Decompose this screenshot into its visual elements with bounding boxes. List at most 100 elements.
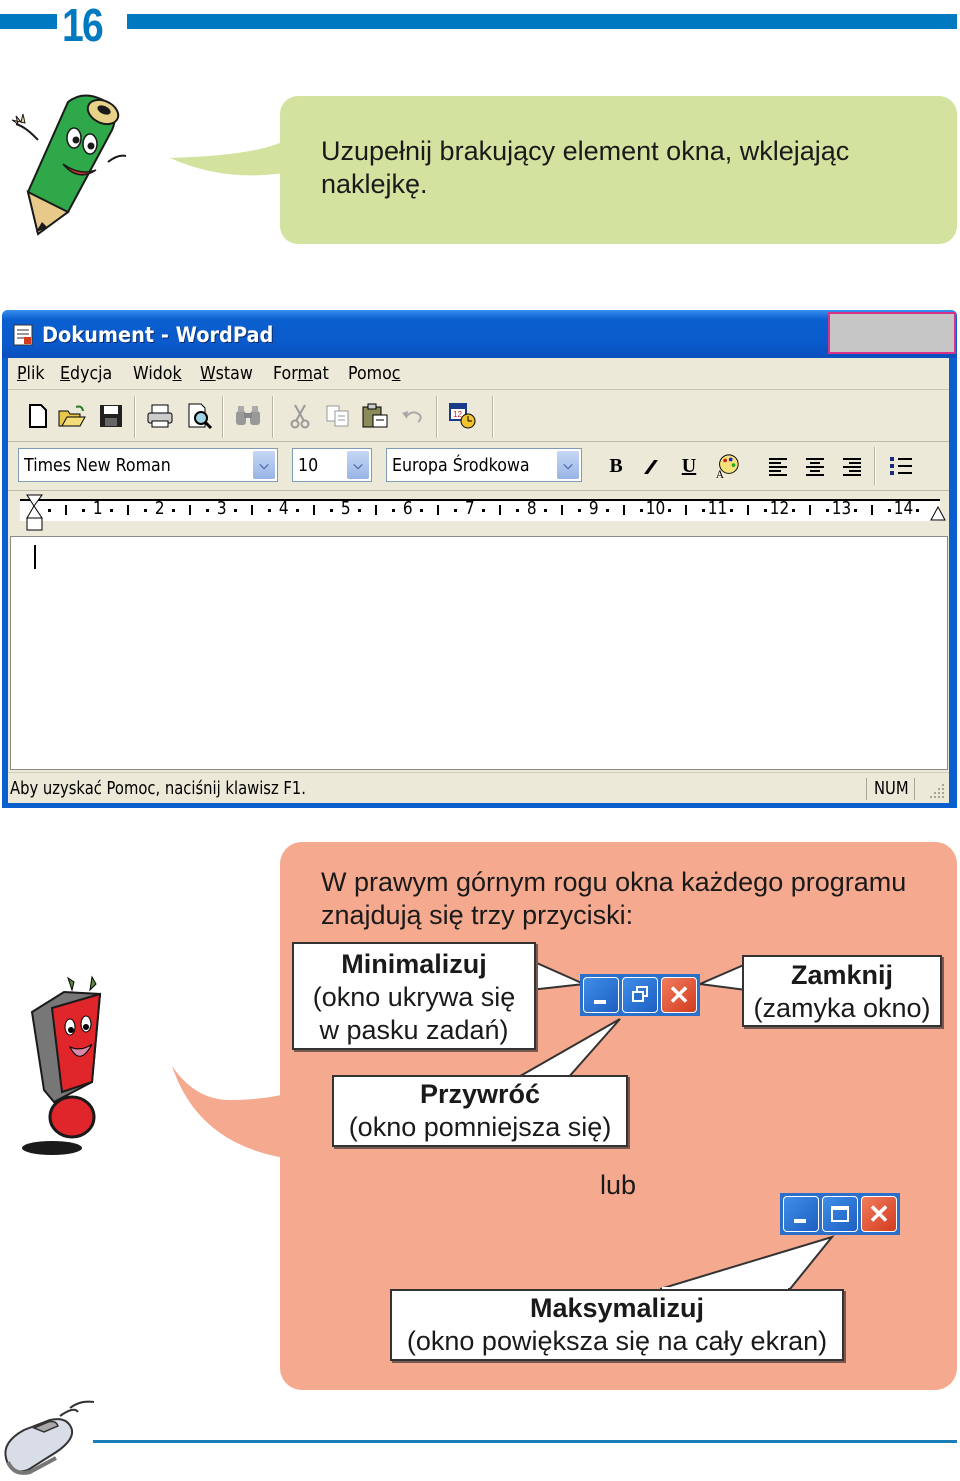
info-text: W prawym górnym rogu okna każdego progra… bbox=[321, 867, 907, 930]
print-icon[interactable] bbox=[146, 402, 174, 430]
close-desc: (zamyka okno) bbox=[753, 993, 931, 1023]
menu-pomoc[interactable]: Pomoc bbox=[348, 363, 401, 384]
find-icon[interactable] bbox=[234, 402, 262, 430]
ruler-dot bbox=[206, 509, 209, 512]
ruler-number: 3 bbox=[216, 498, 227, 519]
menu-accel: k bbox=[172, 363, 182, 384]
menu-plik[interactable]: Plik bbox=[17, 363, 45, 384]
print-preview-icon[interactable] bbox=[186, 402, 214, 430]
underline-button[interactable]: U bbox=[676, 452, 702, 480]
computer-mouse-icon bbox=[4, 1400, 95, 1475]
chevron-down-icon[interactable]: ⌵ bbox=[557, 451, 579, 479]
ruler-number: 1 bbox=[92, 498, 103, 519]
open-icon[interactable] bbox=[58, 402, 86, 430]
maximize-callout: Maksymalizuj (okno powiększa się na cały… bbox=[390, 1289, 844, 1361]
menu-accel: m bbox=[297, 363, 313, 384]
paste-icon[interactable] bbox=[361, 402, 389, 430]
indent-marker-icon[interactable] bbox=[26, 494, 44, 534]
font-size-value: 10 bbox=[298, 455, 319, 476]
menu-edycja[interactable]: Edycja bbox=[60, 363, 112, 384]
date-time-icon[interactable]: 12 bbox=[449, 402, 477, 430]
new-icon[interactable] bbox=[24, 402, 52, 430]
right-indent-marker-icon[interactable] bbox=[930, 506, 946, 522]
maximize-title: Maksymalizuj bbox=[529, 1293, 705, 1323]
ruler-tick bbox=[65, 505, 67, 515]
document-text-area[interactable] bbox=[10, 536, 948, 770]
minimize-desc-2: w pasku zadań) bbox=[319, 1015, 509, 1045]
ruler-tick bbox=[437, 505, 439, 515]
menu-format[interactable]: Format bbox=[273, 363, 329, 384]
undo-icon[interactable] bbox=[398, 402, 426, 430]
ruler-dot bbox=[330, 509, 333, 512]
minimize-button[interactable] bbox=[583, 977, 619, 1013]
ruler-dot bbox=[82, 509, 85, 512]
chevron-down-icon[interactable]: ⌵ bbox=[253, 451, 275, 479]
close-title: Zamknij bbox=[790, 960, 894, 990]
ruler-number: 13 bbox=[831, 498, 852, 519]
menu-accel: W bbox=[200, 363, 216, 384]
ruler-dot bbox=[296, 509, 299, 512]
page-number: 16 bbox=[62, 0, 104, 51]
wordpad-app-icon bbox=[13, 324, 33, 346]
restore-title: Przywróć bbox=[419, 1079, 541, 1109]
ruler-number: 6 bbox=[402, 498, 413, 519]
ruler-number: 10 bbox=[645, 498, 666, 519]
restore-button[interactable] bbox=[622, 977, 658, 1013]
restore-icon bbox=[632, 986, 648, 1002]
resize-grip-icon[interactable] bbox=[928, 782, 946, 800]
close-icon: ✕ bbox=[868, 1199, 890, 1229]
bullets-button[interactable] bbox=[888, 452, 914, 480]
menu-widok[interactable]: Widok bbox=[133, 363, 182, 384]
italic-button[interactable] bbox=[638, 452, 664, 480]
window-title: Dokument - WordPad bbox=[42, 323, 274, 347]
ruler-dot bbox=[826, 509, 829, 512]
ruler-dot bbox=[888, 509, 891, 512]
color-palette-icon[interactable]: A bbox=[714, 452, 740, 480]
menu-accel: c bbox=[391, 363, 401, 384]
menu-wstaw[interactable]: Wstaw bbox=[200, 363, 253, 384]
chevron-down-icon[interactable]: ⌵ bbox=[347, 451, 369, 479]
callout-pointer bbox=[700, 962, 748, 992]
ruler-number: 12 bbox=[769, 498, 790, 519]
restore-desc: (okno pomniejsza się) bbox=[348, 1112, 612, 1142]
close-callout: Zamknij (zamyka okno) bbox=[742, 955, 942, 1027]
menu-rest: dycja bbox=[70, 363, 113, 384]
toolbar-separator bbox=[436, 396, 438, 438]
ruler-number: 2 bbox=[154, 498, 165, 519]
menu-rest: staw bbox=[215, 363, 253, 384]
align-center-button[interactable] bbox=[802, 452, 828, 480]
ruler-dot bbox=[854, 509, 857, 512]
toolbar-separator bbox=[222, 396, 224, 438]
minimize-icon bbox=[794, 1219, 806, 1223]
minimize-button[interactable] bbox=[783, 1196, 819, 1232]
ruler-number: 5 bbox=[340, 498, 351, 519]
close-button[interactable]: ✕ bbox=[661, 977, 697, 1013]
save-icon[interactable] bbox=[97, 402, 125, 430]
missing-window-controls-placeholder[interactable] bbox=[828, 312, 956, 354]
minimize-desc-1: (okno ukrywa się bbox=[312, 982, 516, 1012]
align-left-button[interactable] bbox=[765, 452, 791, 480]
ruler-number: 14 bbox=[893, 498, 914, 519]
maximize-button[interactable] bbox=[822, 1196, 858, 1232]
script-select[interactable]: Europa Środkowa ⌵ bbox=[386, 448, 582, 482]
cut-icon[interactable] bbox=[286, 402, 314, 430]
font-name-select[interactable]: Times New Roman ⌵ bbox=[18, 448, 278, 482]
bold-button[interactable]: B bbox=[603, 452, 629, 480]
exclamation-mascot-icon bbox=[22, 975, 102, 1155]
menu-rest: For bbox=[273, 363, 298, 384]
ruler-dot bbox=[144, 509, 147, 512]
ruler-dot bbox=[482, 509, 485, 512]
ruler-dot bbox=[516, 509, 519, 512]
align-right-button[interactable] bbox=[839, 452, 865, 480]
ruler-dot bbox=[916, 509, 919, 512]
close-button[interactable]: ✕ bbox=[861, 1196, 897, 1232]
ruler-number: 9 bbox=[588, 498, 599, 519]
toolbar-separator bbox=[272, 396, 274, 438]
ruler-tick bbox=[623, 505, 625, 515]
ruler-dot bbox=[268, 509, 271, 512]
maximize-desc: (okno powiększa się na cały ekran) bbox=[406, 1326, 828, 1356]
copy-icon[interactable] bbox=[324, 402, 352, 430]
ruler-dot bbox=[578, 509, 581, 512]
font-size-select[interactable]: 10 ⌵ bbox=[292, 448, 372, 482]
ruler-tick bbox=[685, 505, 687, 515]
